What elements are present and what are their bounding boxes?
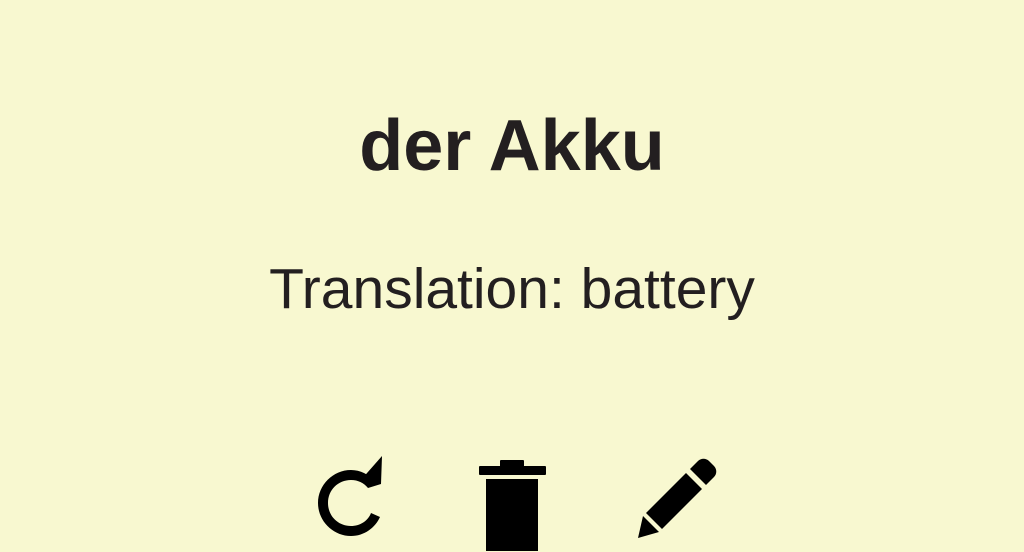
flashcard: der Akku Translation: battery — [0, 0, 1024, 551]
retry-button[interactable] — [304, 456, 400, 552]
delete-button[interactable] — [464, 455, 560, 551]
edit-button[interactable] — [628, 456, 724, 552]
card-actions — [0, 0, 1024, 551]
trash-icon — [464, 455, 560, 551]
pencil-icon — [628, 456, 724, 552]
refresh-icon — [304, 456, 400, 552]
